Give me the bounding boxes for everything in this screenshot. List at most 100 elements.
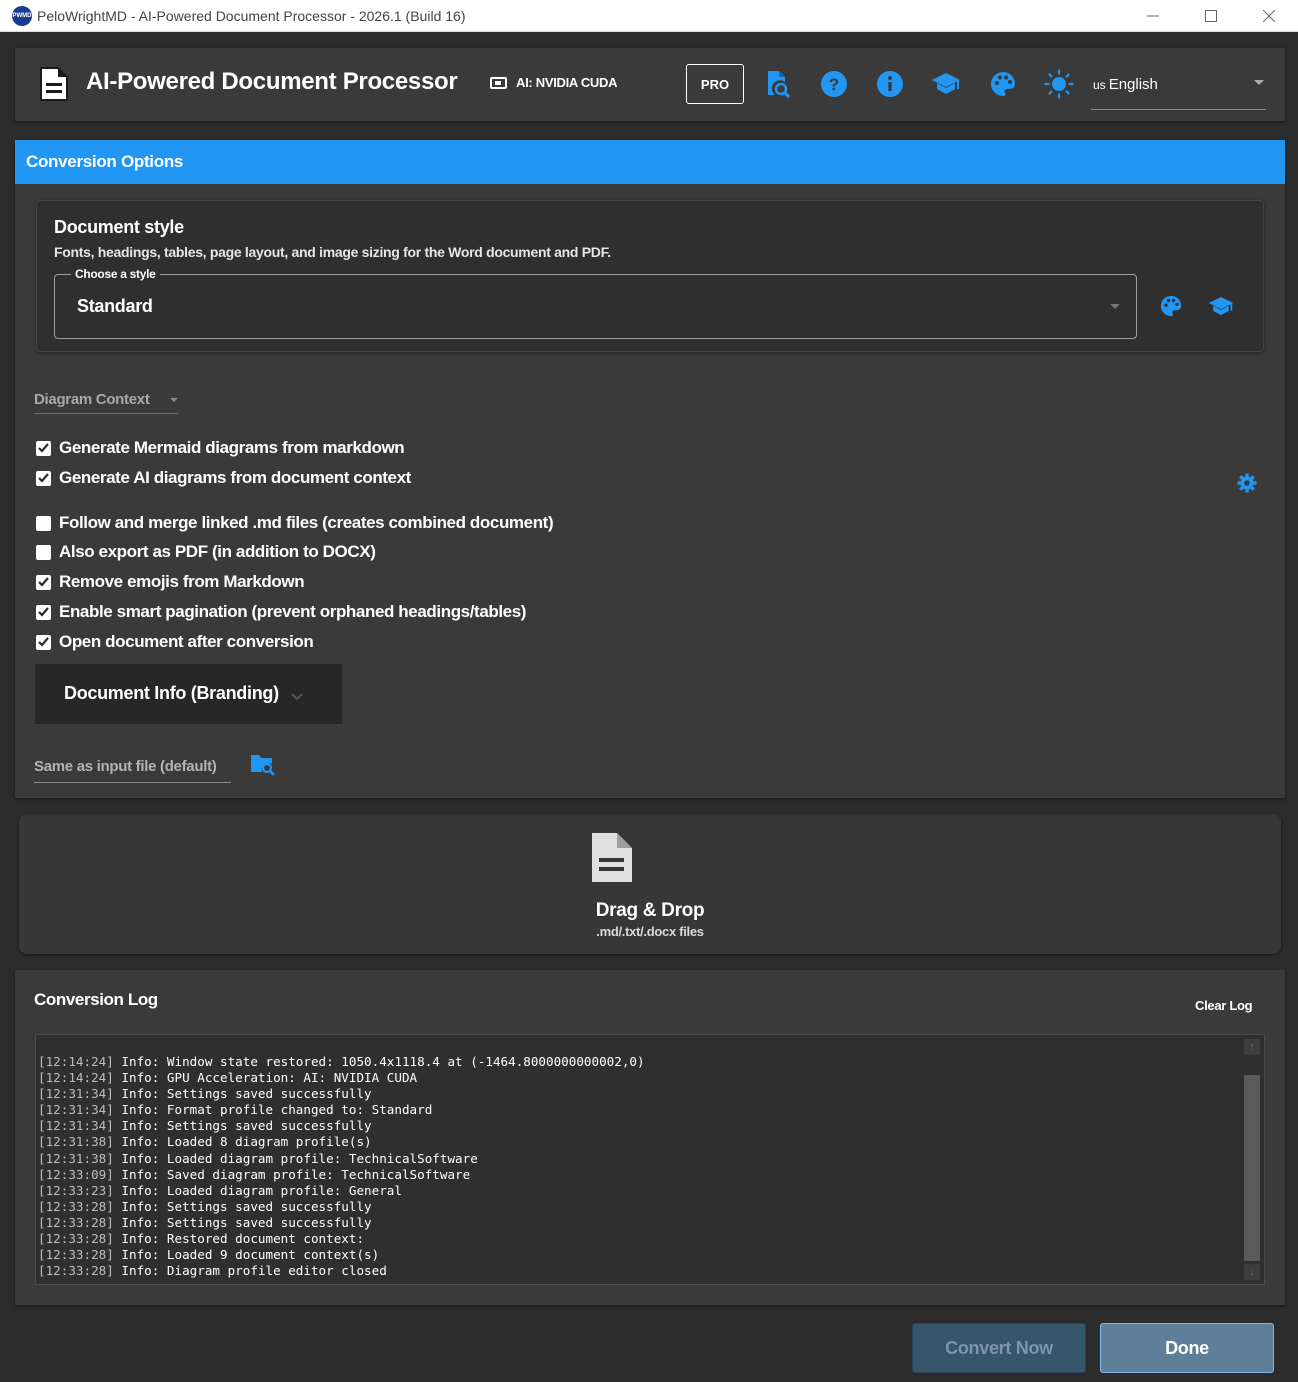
gear-icon[interactable] — [1237, 473, 1257, 493]
checkbox-unchecked-icon[interactable] — [36, 515, 51, 531]
gpu-status: AI: NVIDIA CUDA — [490, 75, 617, 90]
document-info-button[interactable]: Document Info (Branding) — [35, 664, 342, 724]
log-message: Info: Settings saved successfully — [121, 1198, 372, 1214]
log-timestamp: [12:14:24] — [38, 1070, 114, 1086]
log-line: [12:31:38] Info: Loaded diagram profile:… — [38, 1151, 645, 1167]
pro-button[interactable]: PRO — [686, 64, 744, 104]
log-message: Info: Loaded diagram profile: General — [121, 1182, 402, 1198]
app-title: AI-Powered Document Processor — [86, 68, 458, 95]
log-message: Info: Loaded 9 document context(s) — [121, 1247, 380, 1263]
output-folder-field[interactable]: Same as input file (default) — [34, 754, 231, 783]
log-message: Info: Window state restored: 1050.4x1118… — [121, 1054, 645, 1069]
log-line: [12:33:09] Info: Saved diagram profile: … — [38, 1167, 645, 1183]
help-icon[interactable]: ? — [819, 69, 849, 99]
option-checkbox[interactable]: Follow and merge linked .md files (creat… — [36, 512, 554, 534]
diagram-context-label: Diagram Context — [34, 391, 150, 408]
scroll-down-icon[interactable]: ↓ — [1244, 1264, 1260, 1280]
log-timestamp: [12:31:38] — [38, 1134, 114, 1150]
panel-title: Conversion Options — [26, 152, 184, 171]
app-logo-icon: PWMD — [12, 5, 32, 26]
document-icon — [39, 66, 69, 107]
log-line: [12:33:23] Info: Loaded diagram profile:… — [38, 1183, 645, 1199]
style-select[interactable]: Choose a style Standard — [54, 267, 1137, 339]
conversion-log-panel: Conversion Log Clear Log [12:14:24] Info… — [15, 970, 1285, 1305]
log-line: [12:14:24] Info: GPU Acceleration: AI: N… — [38, 1070, 645, 1086]
option-checkbox[interactable]: Open document after conversion — [36, 631, 314, 653]
log-title: Conversion Log — [34, 990, 158, 1009]
chevron-down-icon — [291, 688, 303, 706]
option-checkbox[interactable]: Also export as PDF (in addition to DOCX) — [36, 541, 376, 563]
output-folder-placeholder: Same as input file (default) — [34, 758, 217, 775]
option-label: Follow and merge linked .md files (creat… — [59, 513, 554, 532]
convert-now-button[interactable]: Convert Now — [912, 1323, 1086, 1373]
folder-search-icon[interactable] — [250, 752, 276, 776]
palette-icon[interactable] — [988, 69, 1018, 99]
log-timestamp: [12:33:09] — [38, 1166, 114, 1182]
card-title: Document style — [54, 217, 184, 237]
conversion-options-panel: Conversion Options Document style Fonts,… — [15, 140, 1285, 798]
window-title: PeloWrightMD - AI-Powered Document Proce… — [37, 7, 466, 24]
option-checkbox[interactable]: Remove emojis from Markdown — [36, 571, 305, 593]
style-select-value: Standard — [77, 296, 153, 316]
checkbox-checked-icon[interactable] — [36, 634, 51, 650]
option-checkbox[interactable]: Generate Mermaid diagrams from markdown — [36, 437, 405, 459]
log-timestamp: [12:33:28] — [38, 1214, 114, 1230]
log-timestamp: [12:14:24] — [38, 1054, 114, 1069]
log-message: Info: Settings saved successfully — [121, 1118, 372, 1134]
log-message: Info: Loaded diagram profile: TechnicalS… — [121, 1150, 478, 1166]
option-label: Generate AI diagrams from document conte… — [59, 468, 411, 487]
info-icon[interactable] — [875, 69, 905, 99]
log-line: [12:31:38] Info: Loaded 8 diagram profil… — [38, 1134, 645, 1150]
log-scrollbar[interactable]: ↑ ↓ — [1242, 1039, 1262, 1282]
scroll-thumb[interactable] — [1244, 1075, 1260, 1261]
minimize-button[interactable] — [1124, 0, 1182, 32]
checkbox-checked-icon[interactable] — [36, 440, 51, 456]
title-bar: PWMD PeloWrightMD - AI-Powered Document … — [0, 0, 1298, 32]
diagram-context-select[interactable]: Diagram Context — [34, 388, 178, 414]
chevron-down-icon — [1110, 304, 1120, 309]
done-button[interactable]: Done — [1100, 1323, 1274, 1373]
checkbox-checked-icon[interactable] — [36, 470, 51, 486]
log-line: [12:14:24] Info: Window state restored: … — [38, 1054, 645, 1070]
log-message: Info: Diagram profile editor closed — [121, 1263, 387, 1279]
dropzone-subtitle: .md/.txt/.docx files — [596, 924, 704, 939]
log-message: Info: Settings saved successfully — [121, 1214, 372, 1230]
checkbox-unchecked-icon[interactable] — [36, 544, 51, 560]
palette-icon[interactable] — [1158, 293, 1184, 319]
maximize-button[interactable] — [1182, 0, 1240, 32]
document-info-label: Document Info (Branding) — [64, 683, 279, 703]
app-window: PWMD PeloWrightMD - AI-Powered Document … — [0, 0, 1298, 1382]
drag-drop-zone[interactable]: Drag & Drop .md/.txt/.docx files — [19, 814, 1281, 954]
log-timestamp: [12:33:23] — [38, 1182, 114, 1198]
log-timestamp: [12:33:28] — [38, 1198, 114, 1214]
document-icon — [589, 832, 633, 889]
option-checkbox[interactable]: Generate AI diagrams from document conte… — [36, 467, 411, 489]
school-icon[interactable] — [1208, 293, 1234, 319]
log-message: Info: Format profile changed to: Standar… — [121, 1102, 433, 1118]
app-header: AI-Powered Document Processor AI: NVIDIA… — [15, 48, 1285, 121]
checkbox-checked-icon[interactable] — [36, 574, 51, 590]
checkbox-checked-icon[interactable] — [36, 604, 51, 620]
scroll-up-icon[interactable]: ↑ — [1244, 1039, 1260, 1055]
maximize-icon — [1205, 10, 1217, 22]
log-timestamp: [12:31:34] — [38, 1102, 114, 1118]
option-checkbox[interactable]: Enable smart pagination (prevent orphane… — [36, 601, 526, 623]
svg-text:?: ? — [829, 75, 839, 94]
log-output[interactable]: [12:14:24] Info: Window state restored: … — [35, 1034, 1265, 1285]
log-line: [12:33:28] Info: Diagram profile editor … — [38, 1263, 645, 1279]
option-label: Generate Mermaid diagrams from markdown — [59, 438, 405, 457]
language-select[interactable]: US English — [1091, 66, 1266, 110]
close-icon — [1263, 10, 1275, 22]
log-line: [12:31:34] Info: Settings saved successf… — [38, 1086, 645, 1102]
log-timestamp: [12:33:28] — [38, 1247, 114, 1263]
file-search-icon[interactable] — [763, 69, 793, 99]
log-timestamp: [12:33:28] — [38, 1263, 114, 1279]
log-timestamp: [12:31:34] — [38, 1118, 114, 1134]
dropzone-title: Drag & Drop — [595, 900, 705, 921]
school-icon[interactable] — [931, 69, 961, 99]
clear-log-button[interactable]: Clear Log — [1195, 998, 1253, 1013]
close-button[interactable] — [1240, 0, 1298, 32]
theme-sun-icon[interactable] — [1044, 69, 1074, 99]
log-line: [12:33:28] Info: Loaded 9 document conte… — [38, 1247, 645, 1263]
log-message: Info: Restored document context: — [121, 1231, 365, 1247]
